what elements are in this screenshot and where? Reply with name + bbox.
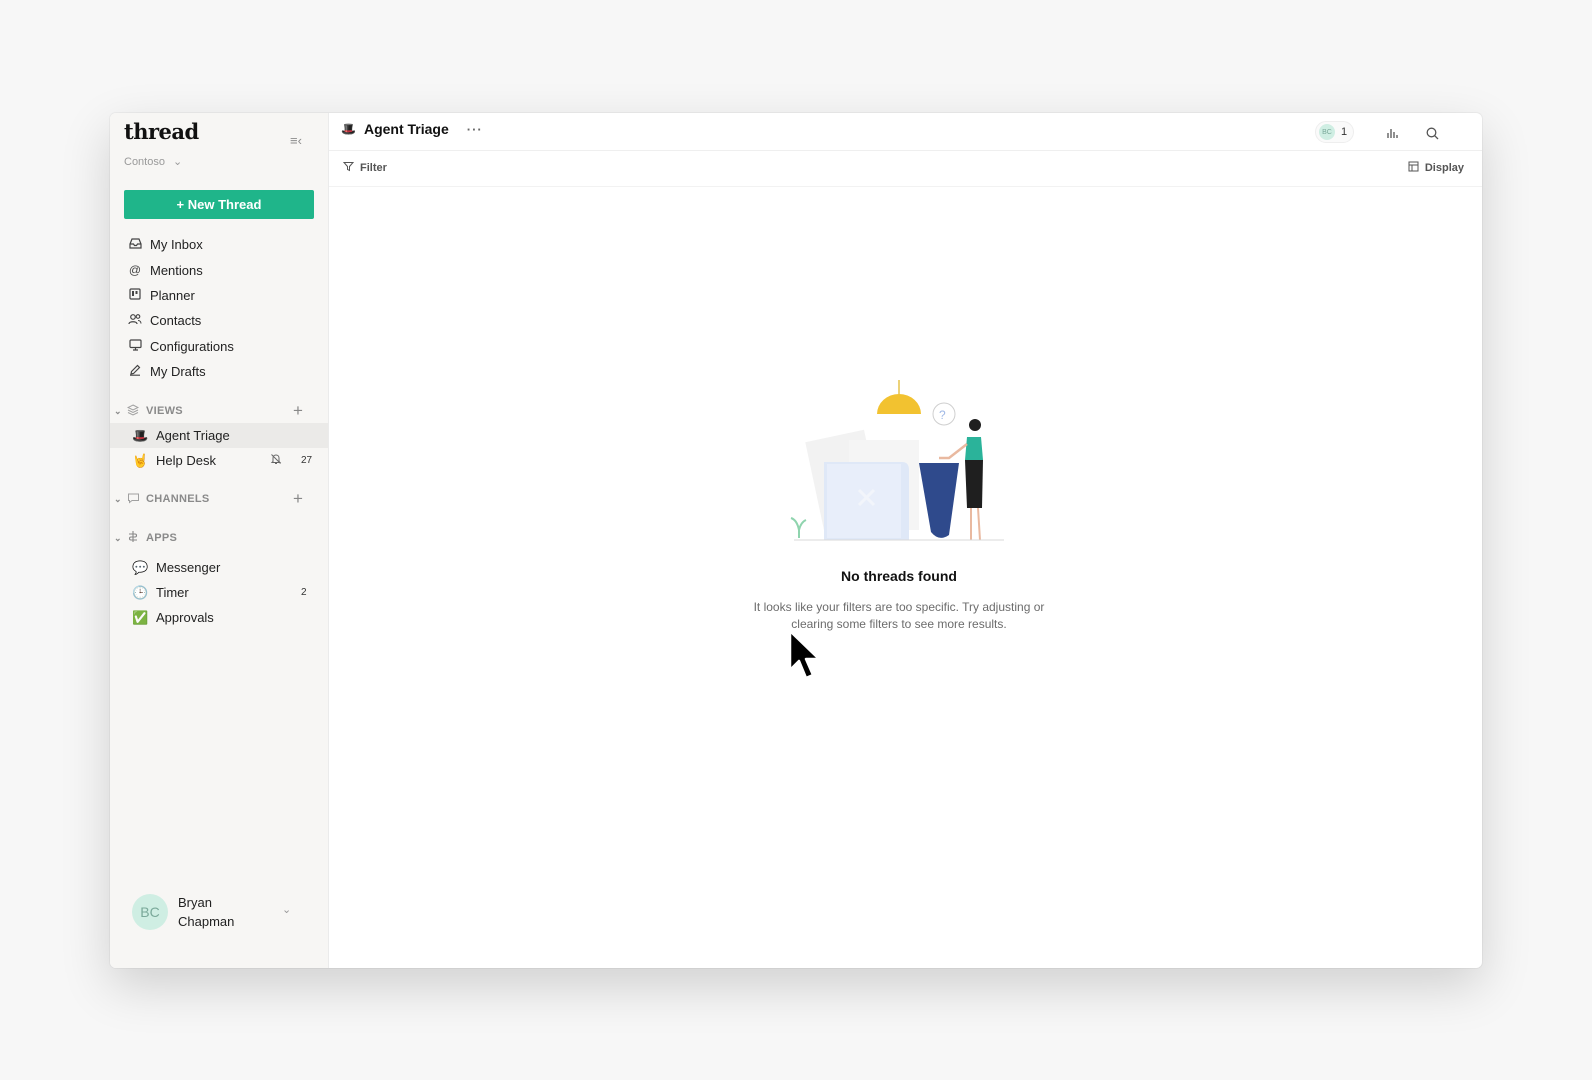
sidebar-item-label: Agent Triage [156, 428, 230, 444]
caret-down-icon: ⌄ [114, 405, 122, 416]
avatar: BC [1319, 124, 1335, 140]
sidebar-item-contacts[interactable]: Contacts [110, 308, 328, 333]
chevron-down-icon: ⌄ [172, 156, 183, 168]
apps-icon [124, 530, 142, 546]
sidebar-item-messenger[interactable]: 💬 Messenger [110, 555, 328, 580]
filter-bar: Filter Display [329, 151, 1482, 187]
monitor-icon [128, 339, 142, 354]
hat-icon: 🎩 [132, 427, 149, 443]
sidebar-item-label: My Drafts [150, 364, 206, 380]
presence-indicator[interactable]: BC 1 [1315, 121, 1355, 143]
channels-title: CHANNELS [146, 493, 210, 505]
app-window: thread ≡‹ Contoso ⌄ + New Thread My Inbo… [110, 113, 1482, 968]
unread-count: 27 [301, 455, 313, 467]
sidebar-item-label: Configurations [150, 338, 234, 354]
sidebar-item-label: Approvals [156, 610, 214, 626]
sidebar-item-label: Planner [150, 287, 195, 303]
contacts-icon [128, 313, 142, 328]
workspace-name: Contoso [124, 155, 165, 168]
workspace-switcher[interactable]: Contoso ⌄ [124, 155, 183, 169]
display-label: Display [1424, 162, 1464, 174]
caret-down-icon: ⌄ [114, 493, 122, 504]
sidebar-item-help-desk[interactable]: 🤘 Help Desk 27 [110, 448, 328, 473]
page-title: Agent Triage [363, 121, 449, 137]
views-section-header[interactable]: ⌄ VIEWS + [110, 400, 328, 422]
view-header: 🎩 Agent Triage ··· [341, 121, 483, 137]
collapse-sidebar-icon[interactable]: ≡‹ [290, 133, 302, 148]
presence-count: 1 [1341, 126, 1348, 138]
brand-logo: thread [124, 119, 199, 144]
empty-state-illustration: ? [790, 380, 1004, 541]
sidebar-item-my-inbox[interactable]: My Inbox [110, 232, 328, 257]
user-name: Bryan Chapman [178, 895, 235, 929]
user-menu[interactable]: BC Bryan Chapman ⌄ [132, 893, 291, 931]
check-box-icon: ✅ [132, 609, 149, 625]
clock-icon: 🕒 [132, 584, 149, 600]
top-bar: 🎩 Agent Triage ··· BC 1 [329, 113, 1482, 151]
at-icon: @ [128, 263, 142, 278]
rock-hand-icon: 🤘 [132, 452, 149, 468]
sidebar-item-label: My Inbox [150, 237, 203, 253]
apps-section-header[interactable]: ⌄ APPS [110, 527, 328, 549]
mouse-cursor-icon [788, 629, 821, 680]
views-title: VIEWS [146, 405, 183, 417]
filter-button[interactable]: Filter [342, 161, 387, 175]
more-options-icon[interactable]: ··· [467, 122, 483, 137]
sidebar-item-planner[interactable]: Planner [110, 283, 328, 308]
messenger-icon: 💬 [132, 559, 149, 575]
display-button[interactable]: Display [1408, 161, 1464, 175]
filter-icon [342, 161, 355, 175]
empty-state-description: It looks like your filters are too speci… [753, 600, 1045, 631]
bell-off-icon[interactable] [270, 453, 282, 468]
sidebar-item-my-drafts[interactable]: My Drafts [110, 359, 328, 384]
timer-count: 2 [301, 587, 307, 599]
caret-down-icon: ⌄ [114, 532, 122, 543]
planner-icon [128, 288, 142, 303]
chevron-down-icon: ⌄ [282, 904, 292, 916]
pencil-icon [128, 364, 142, 379]
sidebar-item-label: Timer [156, 585, 189, 601]
empty-state: ? No threads found It looks like your fi… [699, 380, 1099, 633]
filter-label: Filter [360, 162, 387, 174]
layers-icon [124, 403, 142, 419]
sidebar-item-label: Help Desk [156, 453, 216, 469]
sidebar-item-label: Messenger [156, 560, 221, 576]
add-channel-icon[interactable]: + [293, 489, 303, 509]
add-view-icon[interactable]: + [293, 401, 303, 421]
hat-icon: 🎩 [341, 122, 356, 136]
sidebar: thread ≡‹ Contoso ⌄ + New Thread My Inbo… [110, 113, 329, 968]
new-thread-button[interactable]: + New Thread [124, 190, 314, 219]
sidebar-item-approvals[interactable]: ✅ Approvals [110, 605, 328, 630]
sidebar-item-label: Contacts [150, 313, 202, 329]
sidebar-item-agent-triage[interactable]: 🎩 Agent Triage [110, 423, 328, 449]
apps-title: APPS [146, 532, 178, 544]
main-panel: 🎩 Agent Triage ··· BC 1 Filter Display ?… [329, 113, 1482, 968]
search-icon[interactable] [1421, 122, 1443, 144]
empty-state-title: No threads found [841, 568, 957, 584]
avatar: BC [132, 894, 168, 930]
sidebar-item-mentions[interactable]: @ Mentions [110, 257, 328, 282]
analytics-icon[interactable] [1381, 122, 1403, 144]
sidebar-nav: My Inbox @ Mentions Planner Contacts Con… [110, 232, 328, 384]
chat-bubble-icon [124, 492, 142, 507]
display-icon [1408, 161, 1419, 175]
channels-section-header[interactable]: ⌄ CHANNELS + [110, 488, 328, 510]
sidebar-item-timer[interactable]: 🕒 Timer 2 [110, 580, 328, 605]
sidebar-item-label: Mentions [150, 262, 203, 278]
sidebar-item-configurations[interactable]: Configurations [110, 334, 328, 359]
inbox-icon [128, 237, 142, 252]
svg-text:?: ? [939, 408, 946, 422]
